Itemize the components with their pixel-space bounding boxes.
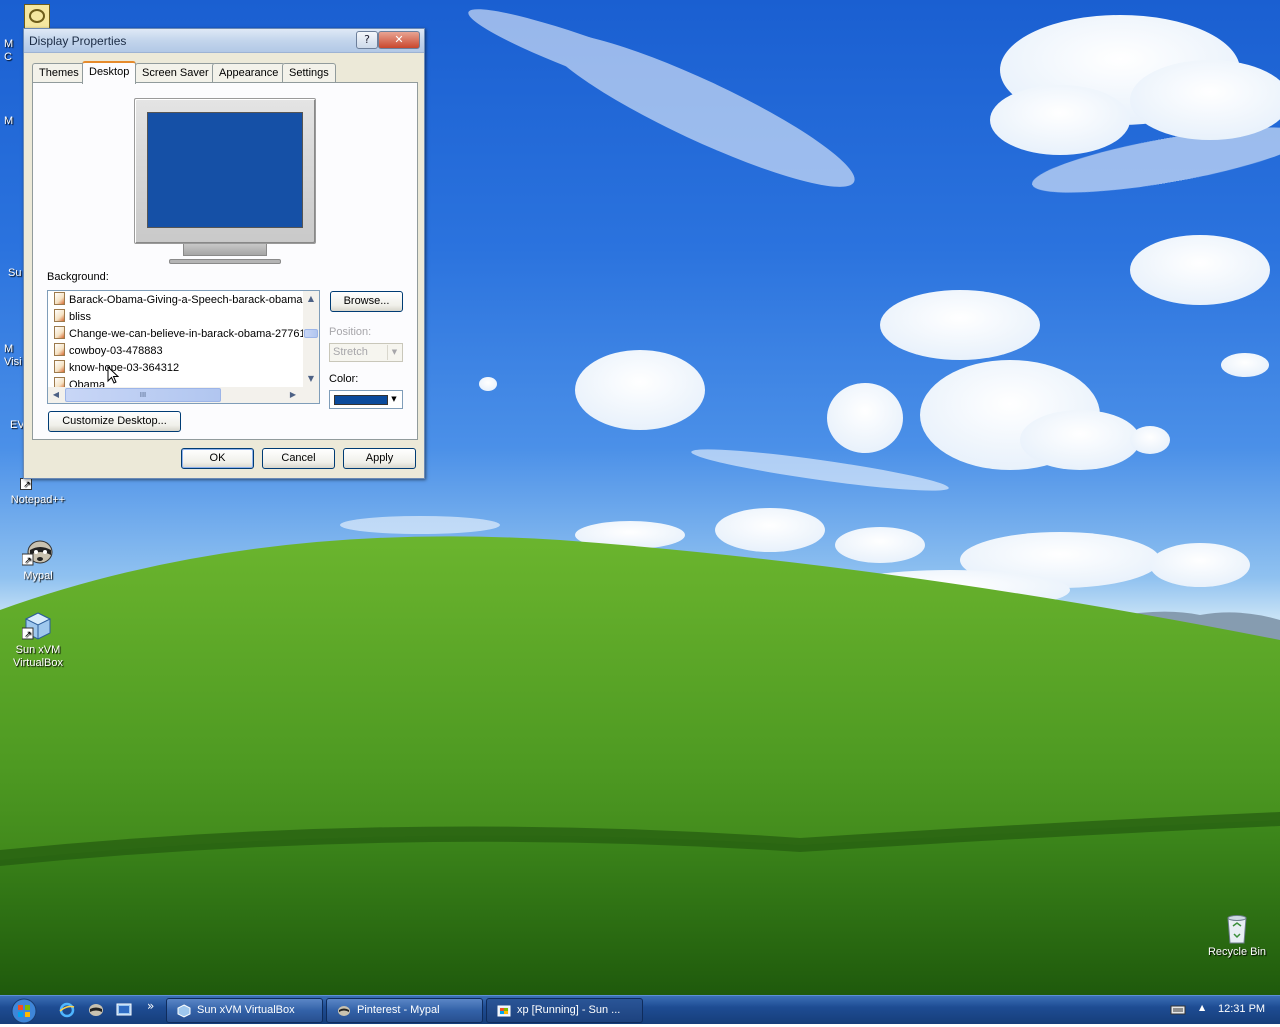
tab-settings[interactable]: Settings [282,63,336,83]
background-label: Background: [47,271,109,283]
mypal-quicklaunch-icon[interactable] [87,1001,105,1019]
background-listbox[interactable]: Barack-Obama-Giving-a-Speech-barack-obam… [47,290,320,404]
tab-themes[interactable]: Themes [32,63,86,83]
hidden-icon-label[interactable]: M [4,38,13,50]
tab-strip: Themes Desktop Screen Saver Appearance S… [32,61,422,84]
tab-desktop[interactable]: Desktop [82,61,137,84]
list-item[interactable]: bliss [54,309,91,326]
shortcut-arrow-icon: ↗ [20,478,32,490]
cancel-button[interactable]: Cancel [262,448,335,469]
mypal-raccoon-icon: ↗ [21,536,54,568]
dialog-titlebar[interactable]: Display Properties ? ✕ [24,29,424,53]
desktop-icon-label: Recycle Bin [1207,946,1267,958]
chevron-down-icon: ▼ [387,345,401,360]
virtualbox-window-icon [497,1005,511,1017]
virtualbox-cube-icon: ↗ [21,610,54,642]
hidden-icon-label[interactable]: Visi [4,356,22,368]
scroll-left-arrow-icon[interactable]: ◀ [48,387,64,403]
display-properties-dialog: Display Properties ? ✕ Themes Desktop Sc… [23,28,425,479]
desktop-icon-label: Notepad++ [10,494,66,506]
taskbar-button-label: Sun xVM VirtualBox [197,1004,295,1016]
quicklaunch-overflow[interactable]: » [147,999,154,1013]
chevron-down-icon: ▼ [391,395,397,403]
control-panel-icon[interactable] [24,4,50,30]
ok-button[interactable]: OK [181,448,254,469]
scroll-right-arrow-icon[interactable]: ▶ [285,387,301,403]
image-file-icon [54,343,65,356]
taskbar-button-label: Pinterest - Mypal [357,1004,440,1016]
position-value: Stretch [333,346,368,358]
virtualbox-cube-icon [177,1004,191,1018]
browse-button[interactable]: Browse... [330,291,403,312]
apply-button[interactable]: Apply [343,448,416,469]
hidden-icon-label[interactable]: Su [8,267,21,279]
image-file-icon [54,292,65,305]
tab-screen-saver[interactable]: Screen Saver [135,63,216,83]
taskbar-clock[interactable]: 12:31 PM [1218,1003,1265,1015]
desktop-icon-recycle-bin[interactable]: Recycle Bin [1199,912,1275,958]
keyboard-tray-icon[interactable] [1170,1004,1186,1016]
mouse-cursor-icon [107,366,119,384]
color-picker-button[interactable]: ▼ [329,390,403,409]
desktop-icon-label: Mypal [23,570,53,582]
show-hidden-icons-arrow[interactable]: ▲ [1199,1003,1205,1012]
start-button[interactable] [6,997,42,1024]
image-file-icon [54,326,65,339]
show-desktop-icon[interactable] [115,1001,133,1019]
image-file-icon [54,360,65,373]
windows-logo-icon [11,998,37,1024]
scroll-down-arrow-icon[interactable]: ▼ [303,371,319,387]
color-swatch [334,395,388,405]
hidden-icon-label[interactable]: C [4,51,12,63]
desktop-tab-panel: Background: Barack-Obama-Giving-a-Speech… [32,82,418,440]
list-vertical-scrollbar[interactable]: ▲ ▼ [303,291,319,387]
image-file-icon [54,309,65,322]
help-button[interactable]: ? [356,31,378,49]
desktop-icon-virtualbox[interactable]: ↗ Sun xVM VirtualBox [0,610,76,670]
internet-explorer-icon[interactable] [58,1001,76,1019]
hidden-icon-label[interactable]: M [4,343,13,355]
scroll-up-arrow-icon[interactable]: ▲ [303,291,319,307]
horizontal-scroll-thumb[interactable]: III [65,388,221,402]
dialog-title: Display Properties [29,34,127,48]
list-horizontal-scrollbar[interactable]: ◀ III ▶ [48,387,319,403]
taskbar-button-label: xp [Running] - Sun ... [517,1004,621,1016]
svg-text:↗: ↗ [24,629,32,639]
taskbar: » Sun xVM VirtualBox Pinterest - Mypal x… [0,995,1280,1024]
taskbar-button-mypal[interactable]: Pinterest - Mypal [326,998,483,1023]
vertical-scroll-thumb[interactable] [304,329,318,338]
tab-appearance[interactable]: Appearance [212,63,286,83]
list-item[interactable]: cowboy-03-478883 [54,343,163,360]
taskbar-button-virtualbox[interactable]: Sun xVM VirtualBox [166,998,323,1023]
color-label: Color: [329,373,359,385]
recycle-bin-icon [1221,912,1253,944]
position-label: Position: [329,326,372,338]
monitor-stand [183,244,267,256]
desktop-icon-label: Sun xVM VirtualBox [13,644,63,669]
customize-desktop-button[interactable]: Customize Desktop... [48,411,181,432]
svg-text:↗: ↗ [24,555,32,565]
monitor-preview [134,98,316,244]
list-item[interactable]: Change-we-can-believe-in-barack-obama-27… [54,326,309,343]
mypal-raccoon-icon [338,1006,350,1016]
position-select[interactable]: Stretch ▼ [329,343,403,362]
taskbar-button-xp-running[interactable]: xp [Running] - Sun ... [486,998,643,1023]
monitor-base [169,259,281,264]
list-item[interactable]: Barack-Obama-Giving-a-Speech-barack-obam… [54,292,306,309]
close-button[interactable]: ✕ [378,31,420,49]
preview-screen [147,112,303,228]
hidden-icon-label[interactable]: M [4,115,13,127]
desktop-icon-mypal[interactable]: ↗ Mypal [0,536,76,582]
